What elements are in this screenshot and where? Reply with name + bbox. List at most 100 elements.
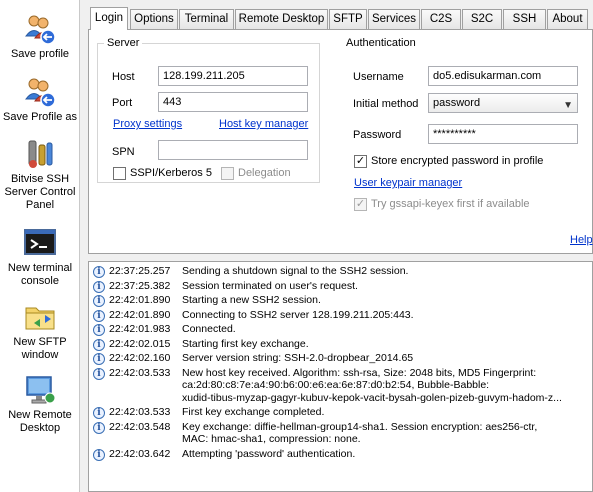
initial-method-value: password bbox=[433, 97, 481, 109]
tab-ssh[interactable]: SSH bbox=[503, 9, 546, 29]
tab-c2s[interactable]: C2S bbox=[421, 9, 461, 29]
save-profile-as-label: Save Profile as bbox=[3, 111, 77, 123]
log-message: Sending a shutdown signal to the SSH2 se… bbox=[182, 265, 409, 277]
tab-terminal[interactable]: Terminal bbox=[179, 9, 234, 29]
log-message: Connected. bbox=[182, 323, 236, 335]
password-label: Password bbox=[353, 129, 402, 141]
store-password-label: Store encrypted password in profile bbox=[371, 155, 544, 167]
server-control-panel-button[interactable]: Bitvise SSH Server Control Panel bbox=[0, 137, 80, 212]
password-input[interactable]: ********** bbox=[428, 124, 578, 144]
new-sftp-window-button[interactable]: New SFTP window bbox=[0, 300, 80, 362]
host-label: Host bbox=[112, 71, 135, 83]
authentication-group-legend: Authentication bbox=[346, 37, 416, 49]
new-remote-desktop-button[interactable]: New Remote Desktop bbox=[0, 373, 80, 435]
tab-services[interactable]: Services bbox=[368, 9, 420, 29]
log-timestamp: 22:37:25.257 bbox=[109, 265, 171, 277]
info-icon: i bbox=[93, 324, 105, 336]
log-row: i 22:42:03.548 Key exchange: diffie-hellma… bbox=[89, 421, 592, 446]
log-timestamp: 22:42:01.890 bbox=[109, 294, 171, 306]
store-password-checkbox[interactable]: ✓ bbox=[354, 155, 367, 168]
log-message: Starting a new SSH2 session. bbox=[182, 294, 321, 306]
host-key-manager-link[interactable]: Host key manager bbox=[219, 118, 308, 130]
spn-label: SPN bbox=[112, 146, 135, 158]
initial-method-select[interactable]: password ▼ bbox=[428, 93, 578, 113]
log-row: i 22:37:25.257 Sending a shutdown signal t… bbox=[89, 265, 592, 278]
tab-remote-desktop[interactable]: Remote Desktop bbox=[235, 9, 328, 29]
tools-icon bbox=[23, 137, 57, 171]
log-message: Session terminated on user's request. bbox=[182, 279, 358, 292]
sidebar: Save profile Save Profile as Bitvise SSH bbox=[0, 0, 80, 492]
log-row: i 22:42:02.015 Starting first key exchange… bbox=[89, 338, 592, 351]
log-timestamp: 22:42:03.642 bbox=[109, 447, 171, 460]
port-label: Port bbox=[112, 97, 133, 109]
authentication-group: Authentication Username do5.edisukarman.… bbox=[336, 37, 586, 211]
info-icon: i bbox=[93, 338, 105, 351]
delegation-label: Delegation bbox=[238, 167, 291, 179]
sspi-checkbox[interactable] bbox=[113, 167, 126, 180]
log-message: Attempting 'password' authentication. bbox=[182, 447, 356, 460]
new-remote-desktop-label: New Remote Desktop bbox=[8, 409, 72, 434]
log-row: i 22:42:02.160 Server version string: SSH-… bbox=[89, 352, 592, 365]
log-timestamp: 22:42:01.890 bbox=[109, 308, 171, 321]
log-timestamp: 22:37:25.382 bbox=[109, 279, 171, 292]
sspi-label: SSPI/Kerberos 5 bbox=[130, 167, 212, 179]
users-arrow-icon bbox=[23, 75, 57, 109]
log-row: i 22:42:03.533 First key exchange complete… bbox=[89, 406, 592, 419]
users-arrow-icon bbox=[23, 12, 57, 46]
tab-options[interactable]: Options bbox=[130, 9, 178, 29]
log-panel[interactable]: i 22:37:25.257 Sending a shutdown signal t… bbox=[88, 261, 593, 492]
host-input[interactable]: 128.199.211.205 bbox=[158, 66, 308, 86]
port-input[interactable]: 443 bbox=[158, 92, 308, 112]
save-profile-button[interactable]: Save profile bbox=[0, 12, 80, 61]
log-timestamp: 22:42:02.160 bbox=[109, 352, 171, 364]
log-timestamp: 22:42:03.533 bbox=[109, 406, 171, 418]
gssapi-checkbox[interactable]: ✓ bbox=[354, 198, 367, 211]
log-list: i 22:37:25.257 Sending a shutdown signal t… bbox=[89, 262, 592, 461]
log-row: i 22:42:01.890 Connecting to SSH2 server 1… bbox=[89, 309, 592, 322]
tab-sftp[interactable]: SFTP bbox=[329, 9, 367, 29]
log-message: Server version string: SSH-2.0-dropbear_… bbox=[182, 352, 414, 364]
spn-input[interactable] bbox=[158, 140, 308, 160]
log-message: New host key received. Algorithm: ssh-rs… bbox=[182, 366, 562, 404]
main-panel: Login Options Terminal Remote Desktop SF… bbox=[88, 7, 593, 254]
server-group: Server Host 128.199.211.205 Port 443 Pro… bbox=[97, 37, 320, 183]
info-icon: i bbox=[93, 367, 105, 380]
save-profile-label: Save profile bbox=[10, 48, 70, 60]
chevron-down-icon: ▼ bbox=[563, 100, 573, 111]
save-profile-as-button[interactable]: Save Profile as bbox=[0, 75, 80, 124]
folder-icon bbox=[23, 300, 57, 334]
info-icon: i bbox=[93, 448, 105, 461]
log-timestamp: 22:42:01.983 bbox=[109, 323, 171, 335]
log-timestamp: 22:42:02.015 bbox=[109, 337, 171, 350]
help-link[interactable]: Help bbox=[570, 234, 593, 246]
tab-login[interactable]: Login bbox=[90, 7, 128, 30]
remote-desktop-icon bbox=[23, 373, 57, 407]
server-group-legend: Server bbox=[107, 37, 140, 49]
new-terminal-console-label: New terminal console bbox=[7, 262, 73, 287]
tab-strip: Login Options Terminal Remote Desktop SF… bbox=[88, 7, 593, 30]
delegation-checkbox[interactable] bbox=[221, 167, 234, 180]
tab-s2c[interactable]: S2C bbox=[462, 9, 502, 29]
info-icon: i bbox=[93, 309, 105, 322]
info-icon: i bbox=[93, 266, 105, 278]
initial-method-label: Initial method bbox=[353, 98, 419, 110]
username-input[interactable]: do5.edisukarman.com bbox=[428, 66, 578, 86]
username-label: Username bbox=[353, 71, 404, 83]
log-row: i 22:42:03.533 New host key received. Algo… bbox=[89, 367, 592, 405]
proxy-settings-link[interactable]: Proxy settings bbox=[113, 118, 182, 130]
info-icon: i bbox=[93, 421, 105, 434]
log-message: First key exchange completed. bbox=[182, 406, 325, 418]
tab-about[interactable]: About bbox=[547, 9, 588, 29]
log-message: Starting first key exchange. bbox=[182, 337, 309, 350]
gssapi-label: Try gssapi-keyex first if available bbox=[371, 198, 530, 210]
log-timestamp: 22:42:03.548 bbox=[109, 420, 171, 433]
log-row: i 22:37:25.382 Session terminated on user'… bbox=[89, 280, 592, 293]
info-icon: i bbox=[93, 353, 105, 365]
server-control-panel-label: Bitvise SSH Server Control Panel bbox=[4, 173, 76, 211]
new-terminal-console-button[interactable]: New terminal console bbox=[0, 226, 80, 288]
log-row: i 22:42:01.983 Connected. bbox=[89, 323, 592, 336]
log-message: Connecting to SSH2 server 128.199.211.20… bbox=[182, 308, 414, 321]
log-message: Key exchange: diffie-hellman-group14-sha… bbox=[182, 420, 538, 446]
user-keypair-manager-link[interactable]: User keypair manager bbox=[354, 177, 462, 189]
new-sftp-window-label: New SFTP window bbox=[13, 336, 67, 361]
